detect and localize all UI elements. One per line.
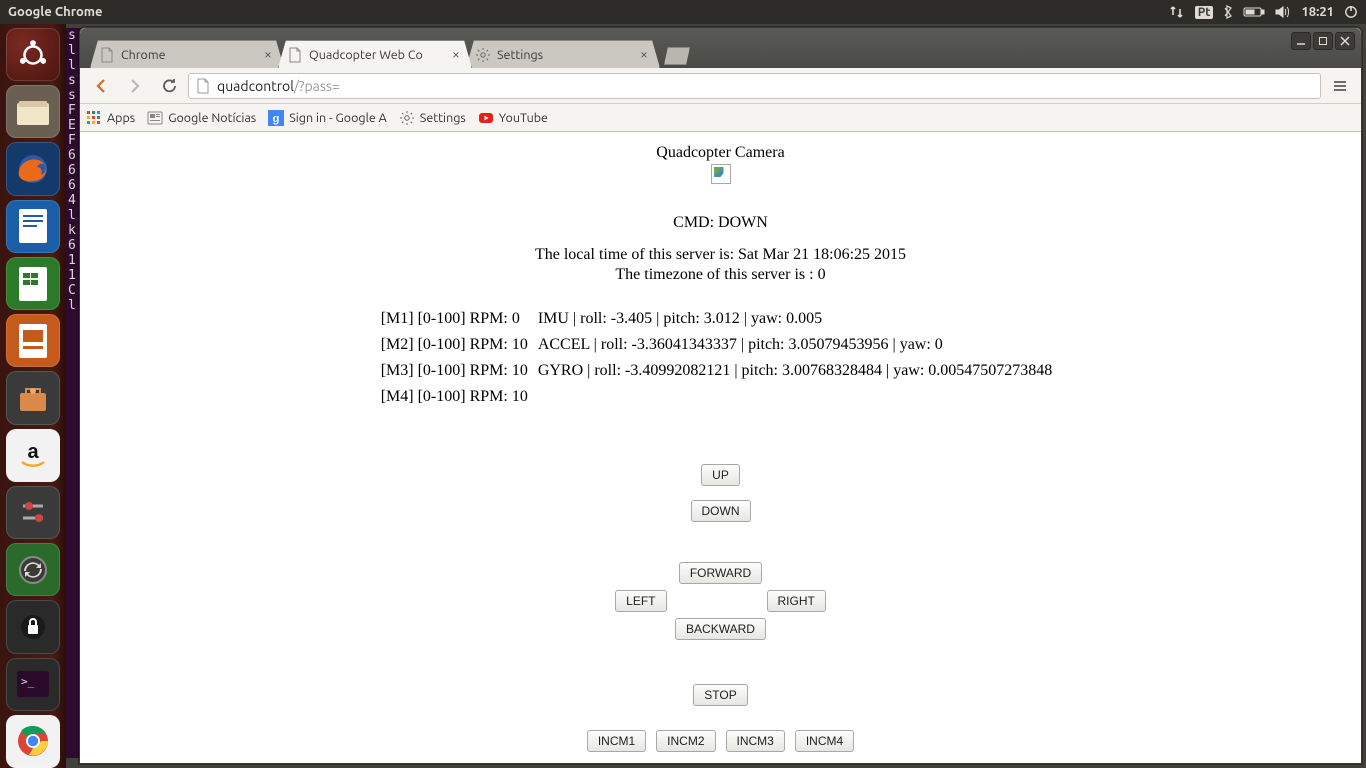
tab-close-icon[interactable]: × (261, 48, 275, 62)
launcher-impress-icon[interactable] (6, 314, 60, 367)
bookmark-signin[interactable]: g Sign in - Google A (268, 110, 387, 126)
page-content: Quadcopter Camera CMD: DOWN The local ti… (80, 132, 1361, 763)
file-icon (195, 78, 211, 94)
incm4-button[interactable]: INCM4 (795, 730, 854, 752)
tab-title: Settings (497, 48, 637, 62)
url-host: quadcontrol (217, 78, 294, 94)
right-button[interactable]: RIGHT (767, 590, 826, 612)
bookmark-label: YouTube (499, 111, 548, 125)
server-tz-line: The timezone of this server is : 0 (80, 266, 1361, 284)
incm2-button[interactable]: INCM2 (656, 730, 715, 752)
bluetooth-icon[interactable] (1223, 5, 1233, 19)
launcher-dash-icon[interactable] (6, 28, 60, 81)
bookmark-google-noticias[interactable]: Google Notícias (147, 110, 256, 126)
window-maximize-icon[interactable] (1313, 32, 1333, 50)
window-titlebar: Chrome × Quadcopter Web Co × Settings × (80, 28, 1361, 68)
launcher-terminal-icon[interactable]: >_ (6, 658, 60, 711)
motor-m4: [M4] [0-100] RPM: 10 (381, 386, 536, 410)
incm1-button[interactable]: INCM1 (587, 730, 646, 752)
chrome-menu-button[interactable] (1325, 72, 1355, 100)
ubuntu-top-panel: Google Chrome Pt 18:21 (0, 0, 1366, 24)
gyro-line: GYRO | roll: -3.40992082121 | pitch: 3.0… (538, 360, 1060, 384)
forward-button (120, 72, 150, 100)
bookmark-label: Settings (420, 111, 466, 125)
browser-toolbar: quadcontrol/?pass= (80, 68, 1361, 104)
clock[interactable]: 18:21 (1301, 5, 1334, 19)
tab-strip: Chrome × Quadcopter Web Co × Settings × (80, 28, 690, 68)
launcher-writer-icon[interactable] (6, 200, 60, 253)
launcher-amazon-icon[interactable]: a (6, 429, 60, 482)
system-indicators: Pt 18:21 (1169, 5, 1358, 19)
session-icon[interactable] (1344, 5, 1358, 19)
file-icon (99, 47, 115, 63)
sound-icon[interactable] (1275, 5, 1291, 19)
server-time-line: The local time of this server is: Sat Ma… (80, 246, 1361, 264)
bookmark-label: Google Notícias (168, 111, 256, 125)
news-icon (147, 110, 163, 126)
file-icon (287, 47, 303, 63)
network-icon[interactable] (1169, 5, 1185, 19)
imu-line: IMU | roll: -3.405 | pitch: 3.012 | yaw:… (538, 308, 1060, 332)
cmd-status: CMD: DOWN (80, 214, 1361, 232)
back-button[interactable] (86, 72, 116, 100)
motor-m3: [M3] [0-100] RPM: 10 (381, 360, 536, 384)
launcher-chrome-icon[interactable] (6, 715, 60, 768)
launcher-calc-icon[interactable] (6, 257, 60, 310)
launcher-updates-icon[interactable] (6, 543, 60, 596)
motor-m1: [M1] [0-100] RPM: 0 (381, 308, 536, 332)
browser-tab[interactable]: Chrome × (90, 40, 284, 68)
gear-icon (475, 47, 491, 63)
page-title: Quadcopter Camera (80, 144, 1361, 162)
address-bar[interactable]: quadcontrol/?pass= (188, 73, 1321, 99)
window-minimize-icon[interactable] (1291, 32, 1311, 50)
gear-icon (399, 110, 415, 126)
browser-tab[interactable]: Settings × (466, 40, 660, 68)
stop-button[interactable]: STOP (693, 684, 747, 706)
broken-image-icon (711, 164, 731, 184)
unity-launcher: a >_ (0, 24, 66, 768)
bookmark-apps[interactable]: Apps (86, 110, 135, 126)
active-app-title: Google Chrome (8, 5, 103, 19)
tab-close-icon[interactable]: × (449, 48, 463, 62)
motor-m2: [M2] [0-100] RPM: 10 (381, 334, 536, 358)
battery-icon[interactable] (1243, 6, 1265, 18)
up-button[interactable]: UP (701, 464, 740, 486)
bookmark-label: Sign in - Google A (289, 111, 387, 125)
bookmarks-bar: Apps Google Notícias g Sign in - Google … (80, 104, 1361, 132)
down-button[interactable]: DOWN (691, 500, 751, 522)
svg-text:a: a (27, 441, 39, 463)
bookmark-youtube[interactable]: YouTube (478, 110, 548, 126)
launcher-privacy-icon[interactable] (6, 600, 60, 653)
tab-title: Chrome (121, 48, 261, 62)
browser-tab[interactable]: Quadcopter Web Co × (278, 40, 472, 68)
apps-icon (86, 110, 102, 126)
launcher-firefox-icon[interactable] (6, 142, 60, 195)
launcher-files-icon[interactable] (6, 85, 60, 138)
reload-button[interactable] (154, 72, 184, 100)
window-close-icon[interactable] (1335, 32, 1355, 50)
telemetry-table: [M1] [0-100] RPM: 0 IMU | roll: -3.405 |… (379, 306, 1063, 412)
svg-text:>_: >_ (21, 675, 35, 688)
new-tab-button[interactable] (664, 47, 690, 65)
launcher-software-icon[interactable] (6, 371, 60, 424)
bookmark-label: Apps (107, 111, 135, 125)
left-button[interactable]: LEFT (615, 590, 666, 612)
url-path: /?pass= (294, 78, 340, 94)
tab-title: Quadcopter Web Co (309, 48, 449, 62)
google-icon: g (268, 110, 284, 126)
youtube-icon (478, 110, 494, 126)
svg-text:g: g (273, 113, 280, 125)
keyboard-indicator[interactable]: Pt (1195, 6, 1214, 19)
launcher-system-settings-icon[interactable] (6, 486, 60, 539)
backward-button[interactable]: BACKWARD (675, 618, 766, 640)
incm3-button[interactable]: INCM3 (726, 730, 785, 752)
bookmark-settings[interactable]: Settings (399, 110, 466, 126)
accel-line: ACCEL | roll: -3.36041343337 | pitch: 3.… (538, 334, 1060, 358)
tab-close-icon[interactable]: × (637, 48, 651, 62)
chrome-window: Chrome × Quadcopter Web Co × Settings × (79, 27, 1362, 764)
forward-button[interactable]: FORWARD (679, 562, 762, 584)
